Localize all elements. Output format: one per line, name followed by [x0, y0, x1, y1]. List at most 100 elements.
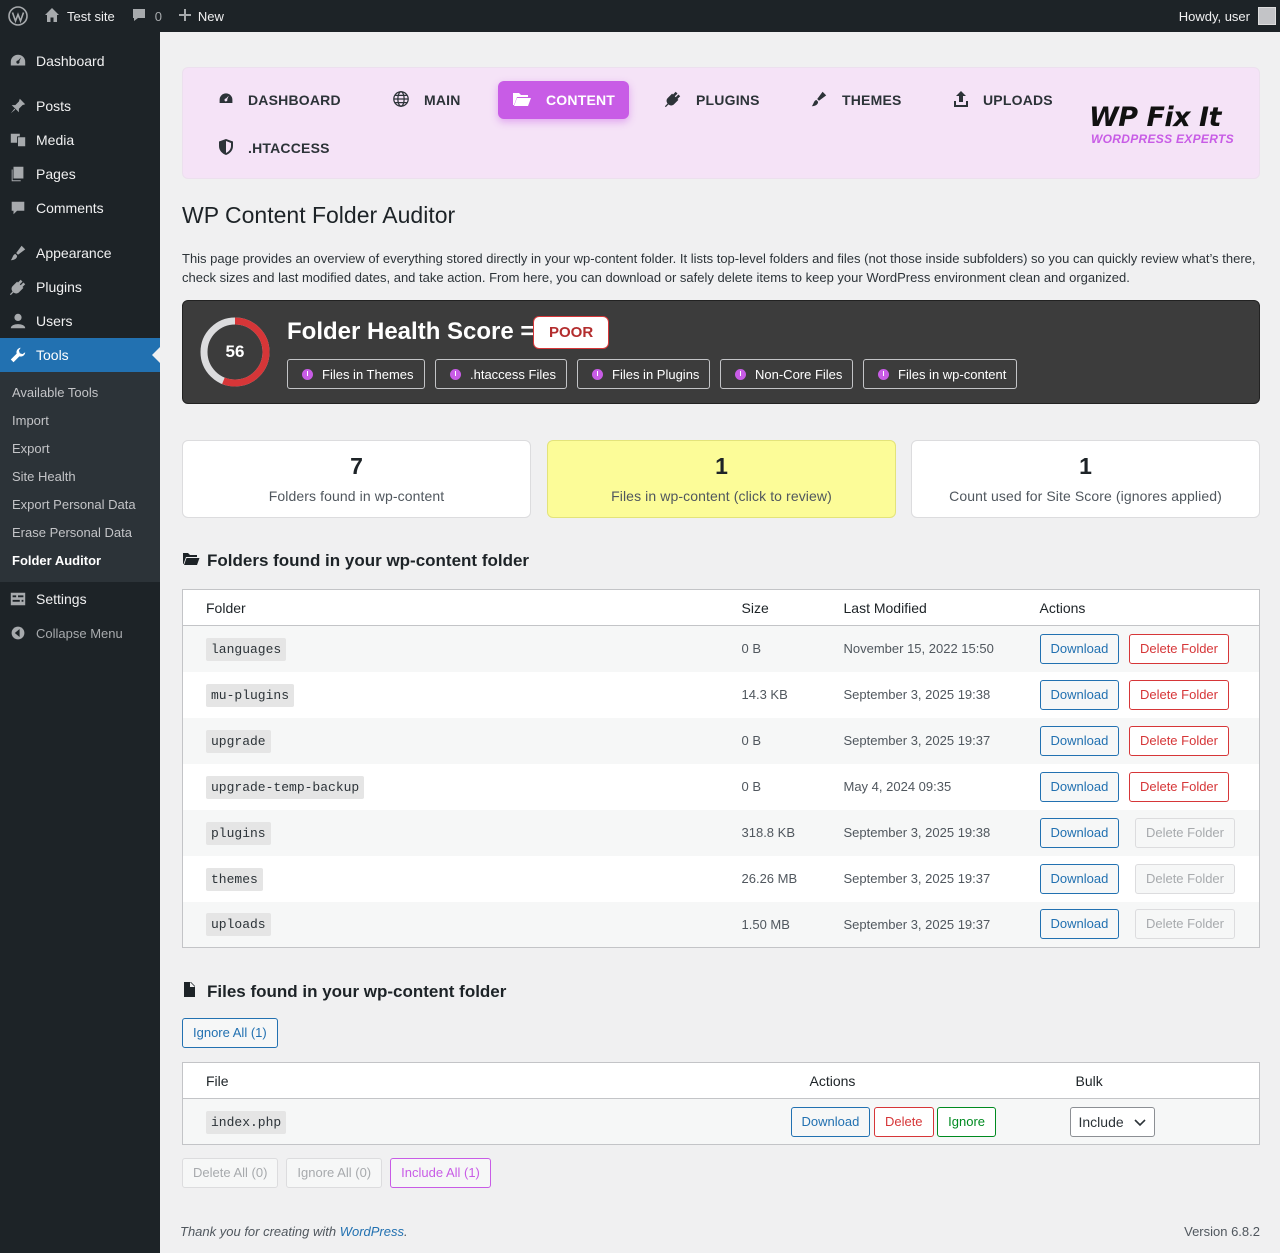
- menu-pages[interactable]: Pages: [0, 157, 160, 191]
- bulk-select[interactable]: Include: [1069, 1106, 1155, 1137]
- menu-appearance[interactable]: Appearance: [0, 236, 160, 270]
- file-name: index.php: [206, 1110, 287, 1134]
- folder-modified: September 3, 2025 19:37: [820, 717, 1017, 764]
- wp-fix-it-logo[interactable]: WP Fix It WORDPRESS EXPERTS: [1089, 104, 1241, 147]
- menu-plugins[interactable]: Plugins: [0, 270, 160, 304]
- comments-count: 0: [154, 8, 162, 24]
- tab-content[interactable]: CONTENT: [498, 81, 630, 119]
- my-account[interactable]: Howdy, user: [1171, 0, 1280, 32]
- download-button[interactable]: Download: [1039, 679, 1120, 710]
- menu-users[interactable]: Users: [0, 304, 160, 338]
- collapse-menu-button[interactable]: Collapse Menu: [0, 616, 160, 650]
- menu-media[interactable]: Media: [0, 123, 160, 157]
- download-button[interactable]: Download: [1039, 771, 1120, 802]
- tab-main[interactable]: MAIN: [378, 81, 475, 119]
- stat-label: Files in wp-content (click to review): [611, 488, 832, 504]
- speedometer-icon: [218, 91, 248, 110]
- menu-dashboard[interactable]: Dashboard: [0, 44, 160, 78]
- menu-label: Appearance: [36, 245, 112, 261]
- file-delete-button[interactable]: Delete: [873, 1106, 934, 1137]
- submenu-folder-auditor[interactable]: Folder Auditor: [0, 547, 160, 575]
- folder-modified: September 3, 2025 19:38: [843, 687, 991, 702]
- footer-thanks: Thank you for creating with WordPress.: [180, 1224, 408, 1239]
- tab-htaccess[interactable]: .HTACCESS: [204, 129, 344, 167]
- submenu-erase-personal-data[interactable]: Erase Personal Data: [0, 519, 160, 547]
- section-title-text: Folders found in your wp-content folder: [207, 551, 530, 570]
- greeting: Howdy, user: [1178, 8, 1250, 24]
- submenu-site-health[interactable]: Site Health: [0, 463, 160, 491]
- files-table: File Actions Bulk index.php Download Del…: [182, 1062, 1260, 1145]
- issue-label: .htaccess Files: [470, 366, 556, 382]
- folder-modified: September 3, 2025 19:37: [843, 871, 991, 886]
- stat-value: 7: [350, 453, 363, 479]
- admin-sidebar: Dashboard Posts Media Pages Comments App…: [0, 32, 160, 1253]
- dashboard-icon: [8, 51, 28, 71]
- globe-icon: [392, 90, 424, 111]
- tab-themes[interactable]: THEMES: [796, 81, 916, 119]
- menu-comments[interactable]: Comments: [0, 191, 160, 225]
- issue-files-in-wp-content[interactable]: Files in wp-content: [863, 359, 1018, 389]
- plug-icon: [664, 90, 696, 111]
- new-content-link[interactable]: New: [170, 0, 232, 32]
- logo-subtitle: WORDPRESS EXPERTS: [1091, 132, 1234, 146]
- download-button[interactable]: Download: [1039, 817, 1120, 848]
- delete-folder-button[interactable]: Delete Folder: [1128, 771, 1229, 802]
- comments-link[interactable]: 0: [123, 0, 170, 32]
- col-actions: Actions: [1016, 589, 1260, 626]
- stat-files-review[interactable]: 1 Files in wp-content (click to review): [547, 440, 896, 518]
- folder-name: upgrade-temp-backup: [206, 775, 365, 799]
- menu-label: Settings: [36, 591, 87, 607]
- comment-icon: [131, 7, 147, 26]
- tab-plugins[interactable]: PLUGINS: [650, 81, 774, 119]
- issue-files-in-themes[interactable]: Files in Themes: [287, 359, 425, 389]
- health-score-value: 56: [225, 342, 245, 361]
- submenu-export[interactable]: Export: [0, 435, 160, 463]
- menu-posts[interactable]: Posts: [0, 89, 160, 123]
- table-header-row: File Actions Bulk: [182, 1062, 1260, 1099]
- plugin-nav: DASHBOARD MAIN CONTENT PLUGINS THEMES UP…: [182, 67, 1260, 179]
- file-download-button[interactable]: Download: [790, 1106, 871, 1137]
- ignore-all-files-button[interactable]: Ignore All (1): [182, 1018, 278, 1048]
- include-all-button[interactable]: Include All (1): [390, 1158, 491, 1188]
- menu-settings[interactable]: Settings: [0, 582, 160, 616]
- tab-label: MAIN: [424, 92, 461, 108]
- col-file: File: [182, 1062, 787, 1099]
- home-icon: [44, 7, 60, 26]
- tab-uploads[interactable]: UPLOADS: [939, 81, 1067, 119]
- menu-label: Dashboard: [36, 53, 105, 69]
- download-button[interactable]: Download: [1039, 633, 1120, 664]
- table-row: mu-plugins 14.3 KB September 3, 2025 19:…: [183, 672, 1260, 718]
- download-button[interactable]: Download: [1039, 909, 1120, 940]
- download-button[interactable]: Download: [1039, 863, 1120, 894]
- issue-non-core-files[interactable]: Non-Core Files: [720, 359, 854, 389]
- issue-files-in-plugins[interactable]: Files in Plugins: [577, 359, 711, 389]
- folder-modified: May 4, 2024 09:35: [843, 779, 952, 794]
- delete-folder-button-disabled: Delete Folder: [1134, 817, 1235, 848]
- site-name-link[interactable]: Test site: [36, 0, 123, 32]
- issue-htaccess-files[interactable]: .htaccess Files: [435, 359, 567, 389]
- table-row: index.php Download Delete Ignore Include: [182, 1098, 1260, 1145]
- file-ignore-button[interactable]: Ignore: [937, 1106, 997, 1137]
- folder-name: upgrade: [206, 729, 271, 753]
- menu-label: Comments: [36, 200, 104, 216]
- tab-label: DASHBOARD: [248, 92, 341, 108]
- tab-label: CONTENT: [546, 92, 616, 108]
- wordpress-link[interactable]: WordPress: [340, 1224, 404, 1239]
- submenu-export-personal-data[interactable]: Export Personal Data: [0, 491, 160, 519]
- delete-folder-button[interactable]: Delete Folder: [1128, 725, 1229, 756]
- alert-icon: [592, 368, 603, 380]
- tab-label: PLUGINS: [696, 92, 760, 108]
- stat-folders-found: 7 Folders found in wp-content: [182, 440, 531, 518]
- folder-size: 26.26 MB: [741, 871, 798, 886]
- download-button[interactable]: Download: [1039, 725, 1120, 756]
- delete-folder-button[interactable]: Delete Folder: [1128, 633, 1229, 664]
- wordpress-logo-icon[interactable]: [0, 0, 36, 32]
- media-icon: [8, 130, 28, 150]
- submenu-import[interactable]: Import: [0, 407, 160, 435]
- folder-icon: [182, 551, 207, 571]
- menu-label: Plugins: [36, 279, 82, 295]
- tab-dashboard[interactable]: DASHBOARD: [204, 81, 355, 119]
- delete-folder-button[interactable]: Delete Folder: [1128, 679, 1229, 710]
- menu-tools[interactable]: Tools: [0, 338, 160, 372]
- submenu-available-tools[interactable]: Available Tools: [0, 379, 160, 407]
